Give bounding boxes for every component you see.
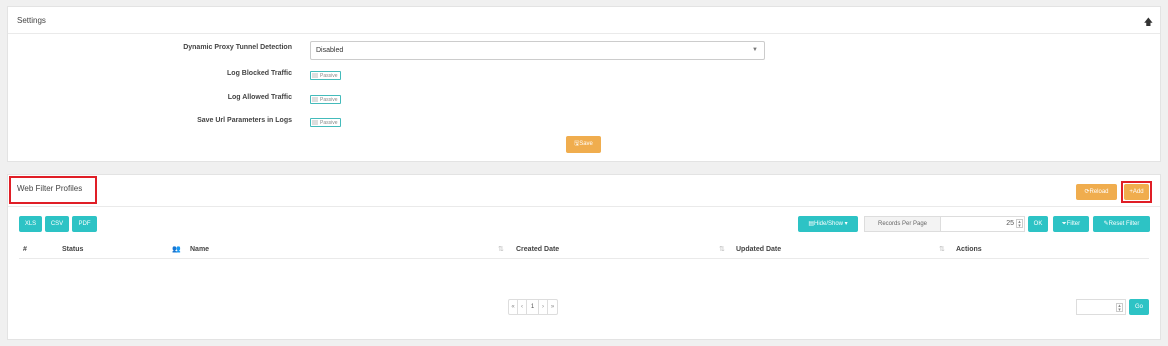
save-label: Save xyxy=(579,141,593,147)
goto-page-input[interactable]: ▴ ▾ xyxy=(1076,299,1126,315)
chevron-down-icon: ▼ xyxy=(752,47,758,53)
filter-label: Filter xyxy=(1066,221,1081,227)
add-highlight-box xyxy=(1121,181,1152,203)
export-pdf-button[interactable]: PDF xyxy=(72,216,97,232)
proxy-detection-select[interactable]: Disabled ▼ xyxy=(310,41,765,60)
settings-title: Settings xyxy=(17,16,46,25)
save-url-params-toggle[interactable]: Passive xyxy=(310,118,341,127)
column-header-status[interactable]: Status xyxy=(62,246,83,253)
prev-page-button[interactable]: ‹ xyxy=(518,300,527,314)
column-header-name[interactable]: Name xyxy=(190,246,209,253)
spinner-icon[interactable]: ▴ ▾ xyxy=(1016,219,1023,229)
sort-icon[interactable]: ⇅ xyxy=(939,245,945,253)
log-allowed-toggle[interactable]: Passive xyxy=(310,95,341,104)
sort-icon[interactable]: ⇅ xyxy=(719,245,725,253)
current-page[interactable]: 1 xyxy=(527,300,539,314)
records-per-page: Records Per Page 25 ▴ ▾ xyxy=(864,216,1025,232)
proxy-detection-value: Disabled xyxy=(316,47,344,54)
pagination: « ‹ 1 › » xyxy=(508,299,558,315)
reset-filter-label: Reset Filter xyxy=(1108,221,1140,227)
caret-down-icon: ▾ xyxy=(843,221,848,227)
records-per-page-label: Records Per Page xyxy=(865,217,941,231)
title-highlight-box xyxy=(9,176,97,204)
go-button[interactable]: Go xyxy=(1129,299,1149,315)
export-csv-button[interactable]: CSV xyxy=(45,216,69,232)
column-header-actions[interactable]: Actions xyxy=(956,246,982,253)
reload-label: Reload xyxy=(1089,189,1109,195)
divider xyxy=(8,33,1160,34)
save-url-params-label: Save Url Parameters in Logs xyxy=(197,117,292,124)
profiles-panel: Web Filter Profiles ⟳Reload +Add XLS CSV… xyxy=(7,174,1161,340)
next-page-button[interactable]: › xyxy=(539,300,548,314)
sort-icon[interactable]: ⇅ xyxy=(498,245,504,253)
users-icon: 👥 xyxy=(172,246,181,253)
column-header-updated-date[interactable]: Updated Date xyxy=(736,246,781,253)
table-divider xyxy=(19,258,1149,259)
filter-button[interactable]: ⏷Filter xyxy=(1053,216,1089,232)
settings-panel: Settings 🡅 Dynamic Proxy Tunnel Detectio… xyxy=(7,6,1161,162)
column-header-number[interactable]: # xyxy=(23,246,27,253)
last-page-button[interactable]: » xyxy=(548,300,557,314)
records-per-page-input[interactable]: 25 xyxy=(1006,220,1014,227)
log-blocked-toggle[interactable]: Passive xyxy=(310,71,341,80)
reset-filter-button[interactable]: ✎Reset Filter xyxy=(1093,216,1150,232)
save-button[interactable]: 🖫Save xyxy=(566,136,601,153)
divider xyxy=(8,206,1160,207)
export-xls-button[interactable]: XLS xyxy=(19,216,42,232)
arrow-up-icon[interactable]: 🡅 xyxy=(1144,15,1153,31)
column-header-created-date[interactable]: Created Date xyxy=(516,246,559,253)
log-allowed-label: Log Allowed Traffic xyxy=(227,94,292,101)
hide-show-label: Hide/Show xyxy=(813,221,843,227)
first-page-button[interactable]: « xyxy=(509,300,518,314)
reload-button[interactable]: ⟳Reload xyxy=(1076,184,1117,200)
ok-button[interactable]: OK xyxy=(1028,216,1048,232)
proxy-detection-label: Dynamic Proxy Tunnel Detection xyxy=(183,44,292,51)
hide-show-button[interactable]: ▤Hide/Show ▾ xyxy=(798,216,858,232)
spinner-icon[interactable]: ▴ ▾ xyxy=(1116,303,1123,313)
log-blocked-label: Log Blocked Traffic xyxy=(227,70,292,77)
